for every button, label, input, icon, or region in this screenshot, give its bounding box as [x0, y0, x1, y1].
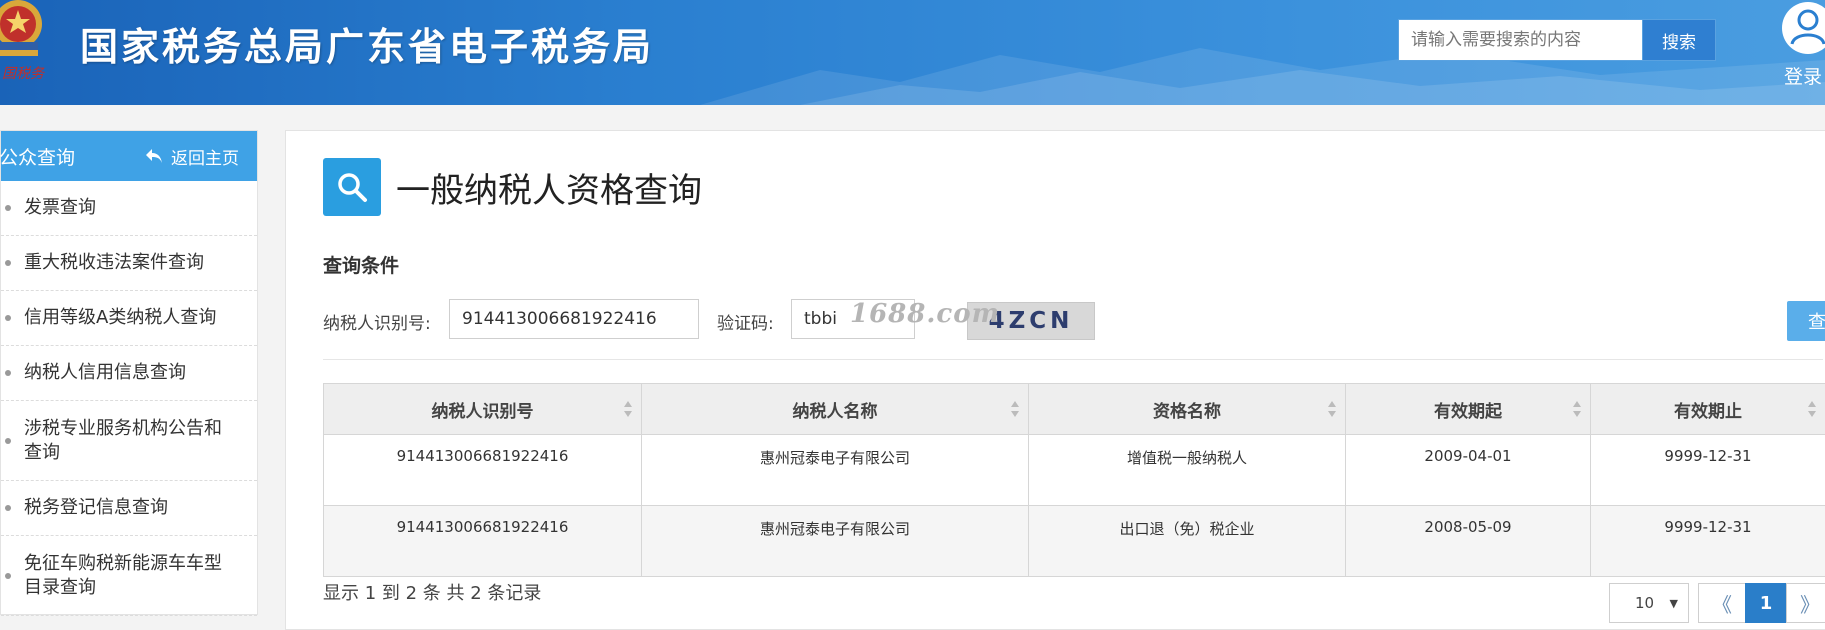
- next-page-button[interactable]: 》: [1786, 583, 1825, 623]
- login-link[interactable]: 登录: [1782, 0, 1825, 100]
- search-button[interactable]: 搜索: [1642, 20, 1715, 60]
- caret-down-icon: ▼: [1670, 597, 1678, 610]
- search-box: 搜索: [1398, 19, 1716, 61]
- bullet-icon: [5, 438, 11, 444]
- sidebar-item-label: 重大税收违法案件查询: [24, 251, 204, 275]
- user-icon: [1782, 2, 1825, 54]
- sidebar-item-label: 信用等级A类纳税人查询: [24, 306, 216, 330]
- record-count-text: 显示 1 到 2 条 共 2 条记录: [323, 579, 541, 605]
- pagination: 《 1 》: [1699, 583, 1825, 623]
- column-header-valid-from[interactable]: 有效期起: [1346, 384, 1591, 435]
- sidebar-item-credit-a-taxpayers[interactable]: 信用等级A类纳税人查询: [1, 291, 257, 346]
- cell-valid-from: 2009-04-01: [1346, 435, 1591, 506]
- bullet-icon: [5, 573, 11, 579]
- sidebar-item-violation-cases[interactable]: 重大税收违法案件查询: [1, 236, 257, 291]
- table-row: 914413006681922416 惠州冠泰电子有限公司 出口退（免）税企业 …: [324, 506, 1825, 577]
- cell-valid-to: 9999-12-31: [1591, 506, 1825, 577]
- sidebar-item-label: 纳税人信用信息查询: [24, 361, 186, 385]
- cell-valid-to: 9999-12-31: [1591, 435, 1825, 506]
- sidebar-item-label: 免征车购税新能源车车型目录查询: [24, 552, 237, 600]
- cell-taxpayer-name: 惠州冠泰电子有限公司: [642, 506, 1029, 577]
- sidebar-item-invoice-query[interactable]: 发票查询: [1, 181, 257, 236]
- sort-icon: [1572, 400, 1582, 418]
- column-header-taxpayer-name[interactable]: 纳税人名称: [642, 384, 1029, 435]
- taxpayer-id-label: 纳税人识别号:: [323, 309, 431, 334]
- sort-icon: [1010, 400, 1020, 418]
- query-form: 纳税人识别号: 验证码: 4ZCN 1688.com 查询: [323, 299, 1823, 341]
- main-panel: 一般纳税人资格查询 查询条件 纳税人识别号: 验证码: 4ZCN 1688.co…: [285, 130, 1825, 630]
- sidebar-item-registration-info[interactable]: 税务登记信息查询: [1, 481, 257, 536]
- page-size-value: 10: [1635, 594, 1654, 612]
- bullet-icon: [5, 370, 11, 376]
- query-button[interactable]: 查询: [1787, 301, 1825, 341]
- sidebar-item-credit-info[interactable]: 纳税人信用信息查询: [1, 346, 257, 401]
- back-home-link[interactable]: 返回主页: [145, 144, 239, 169]
- page-1-button[interactable]: 1: [1745, 583, 1787, 623]
- divider: [323, 359, 1823, 360]
- page-title: 一般纳税人资格查询: [396, 163, 702, 212]
- search-magnifier-icon: [323, 158, 381, 216]
- tax-emblem-icon: 国税务: [0, 0, 60, 94]
- prev-page-button[interactable]: 《: [1698, 583, 1746, 623]
- sidebar-item-label: 发票查询: [24, 196, 96, 220]
- page-size-select[interactable]: 10 ▼: [1609, 583, 1689, 623]
- cell-qualification: 出口退（免）税企业: [1029, 506, 1346, 577]
- column-header-taxpayer-id[interactable]: 纳税人识别号: [324, 384, 642, 435]
- taxpayer-id-input[interactable]: [449, 299, 699, 339]
- cell-qualification: 增值税一般纳税人: [1029, 435, 1346, 506]
- page-header: 一般纳税人资格查询: [323, 158, 702, 216]
- sort-icon: [1807, 400, 1817, 418]
- sidebar: 公众查询 返回主页 发票查询 重大税收违法案件查询 信用等级A类纳税人查询 纳税…: [0, 130, 258, 615]
- sidebar-item-label: 涉税专业服务机构公告和查询: [24, 417, 237, 465]
- sort-icon: [623, 400, 633, 418]
- table-row: 914413006681922416 惠州冠泰电子有限公司 增值税一般纳税人 2…: [324, 435, 1825, 506]
- sort-icon: [1327, 400, 1337, 418]
- sidebar-item-tax-service-agencies[interactable]: 涉税专业服务机构公告和查询: [1, 401, 257, 481]
- table-header-row: 纳税人识别号 纳税人名称 资格名称 有效期起 有效期止: [324, 384, 1825, 435]
- bullet-icon: [5, 315, 11, 321]
- cell-taxpayer-id: 914413006681922416: [324, 435, 642, 506]
- login-label: 登录: [1784, 62, 1822, 89]
- watermark: 1688.com: [850, 299, 1000, 329]
- site-header: 国税务 国家税务总局广东省电子税务局 搜索 登录: [0, 0, 1825, 105]
- results-table: 纳税人识别号 纳税人名称 资格名称 有效期起 有效期止: [323, 383, 1825, 577]
- sidebar-item-new-energy-vehicles[interactable]: 免征车购税新能源车车型目录查询: [1, 536, 257, 616]
- bullet-icon: [5, 260, 11, 266]
- reply-arrow-icon: [145, 148, 163, 164]
- back-home-label: 返回主页: [171, 144, 239, 169]
- sidebar-item-label: 税务登记信息查询: [24, 496, 168, 520]
- bullet-icon: [5, 505, 11, 511]
- sidebar-menu: 发票查询 重大税收违法案件查询 信用等级A类纳税人查询 纳税人信用信息查询 涉税…: [1, 181, 257, 616]
- site-title: 国家税务总局广东省电子税务局: [80, 16, 654, 71]
- sidebar-title: 公众查询: [0, 143, 75, 170]
- emblem-text: 国税务: [2, 66, 45, 82]
- column-header-qualification[interactable]: 资格名称: [1029, 384, 1346, 435]
- captcha-label: 验证码:: [717, 309, 774, 334]
- bullet-icon: [5, 205, 11, 211]
- cell-taxpayer-id: 914413006681922416: [324, 506, 642, 577]
- query-conditions-heading: 查询条件: [323, 251, 399, 278]
- cell-taxpayer-name: 惠州冠泰电子有限公司: [642, 435, 1029, 506]
- search-input[interactable]: [1399, 20, 1642, 60]
- cell-valid-from: 2008-05-09: [1346, 506, 1591, 577]
- column-header-valid-to[interactable]: 有效期止: [1591, 384, 1825, 435]
- sidebar-header: 公众查询 返回主页: [1, 131, 257, 181]
